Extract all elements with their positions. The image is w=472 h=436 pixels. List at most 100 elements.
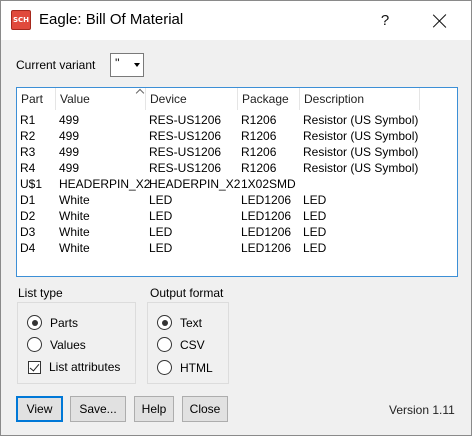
cell-value: White xyxy=(59,193,90,207)
close-icon xyxy=(433,14,447,28)
cell-description xyxy=(300,176,303,192)
cell-device: LED xyxy=(149,241,173,255)
cell-device: RES-US1206 xyxy=(149,129,222,143)
csv-radio-label: CSV xyxy=(180,337,205,352)
table-row[interactable]: R3 499 RES-US1206 R1206 Resistor (US Symbol) xyxy=(17,144,457,160)
cell-package: R1206 xyxy=(241,129,277,143)
cell-part: R4 xyxy=(20,161,36,175)
table-row[interactable]: D2 White LED LED1206 LED xyxy=(17,208,457,224)
values-radio[interactable] xyxy=(27,337,42,352)
cell-device: RES-US1206 xyxy=(149,145,222,159)
current-variant-select[interactable]: '' xyxy=(110,53,144,77)
table-row[interactable]: D1 White LED LED1206 LED xyxy=(17,192,457,208)
view-button[interactable]: View xyxy=(16,396,63,422)
save-button[interactable]: Save... xyxy=(70,396,126,422)
cell-description: LED xyxy=(303,193,327,207)
close-window-button[interactable] xyxy=(417,1,463,40)
cell-value: 499 xyxy=(59,129,80,143)
column-header-part[interactable]: Part xyxy=(17,88,56,110)
cell-part: R1 xyxy=(20,113,36,127)
dropdown-arrow-icon xyxy=(134,63,140,67)
cell-part: D1 xyxy=(20,193,36,207)
cell-description: Resistor (US Symbol) xyxy=(303,161,419,175)
sort-ascending-icon xyxy=(136,88,146,94)
output-format-label: Output format xyxy=(150,286,224,300)
list-header: Part Value Device Package Description xyxy=(17,88,457,110)
table-row[interactable]: U$1 HEADERPIN_X2 HEADERPIN_X2 1X02SMD xyxy=(17,176,457,192)
cell-package: LED1206 xyxy=(241,193,292,207)
cell-value: 499 xyxy=(59,113,80,127)
window-title: Eagle: Bill Of Material xyxy=(39,11,184,28)
cell-value: HEADERPIN_X2 xyxy=(59,177,151,191)
close-button[interactable]: Close xyxy=(182,396,228,422)
values-radio-label: Values xyxy=(50,337,86,352)
cell-device: HEADERPIN_X2 xyxy=(149,177,241,191)
column-header-value[interactable]: Value xyxy=(56,88,146,110)
list-type-values-option[interactable]: Values xyxy=(27,337,86,352)
output-csv-option[interactable]: CSV xyxy=(157,337,205,352)
cell-description: LED xyxy=(303,209,327,223)
cell-package: R1206 xyxy=(241,145,277,159)
cell-part: R3 xyxy=(20,145,36,159)
list-type-parts-option[interactable]: Parts xyxy=(27,315,78,330)
cell-package: LED1206 xyxy=(241,241,292,255)
column-header-value-label: Value xyxy=(60,92,90,106)
cell-part: R2 xyxy=(20,129,36,143)
column-header-description[interactable]: Description xyxy=(300,88,420,110)
cell-description: Resistor (US Symbol) xyxy=(303,113,419,127)
cell-package: LED1206 xyxy=(241,209,292,223)
cell-value: White xyxy=(59,209,90,223)
text-radio-label: Text xyxy=(180,315,203,330)
cell-package: R1206 xyxy=(241,113,277,127)
cell-part: D3 xyxy=(20,225,36,239)
cell-value: White xyxy=(59,225,90,239)
cell-package: R1206 xyxy=(241,161,277,175)
list-attributes-label: List attributes xyxy=(49,360,121,374)
text-radio[interactable] xyxy=(157,315,172,330)
bom-list-view[interactable]: Part Value Device Package Description R1… xyxy=(16,87,458,277)
html-radio-label: HTML xyxy=(180,360,213,375)
cell-device: LED xyxy=(149,193,173,207)
cell-value: 499 xyxy=(59,145,80,159)
cell-description: Resistor (US Symbol) xyxy=(303,129,419,143)
parts-radio-label: Parts xyxy=(50,315,79,330)
parts-radio[interactable] xyxy=(27,315,42,330)
current-variant-value: '' xyxy=(115,56,120,70)
version-label: Version 1.11 xyxy=(389,403,455,417)
cell-description: LED xyxy=(303,241,327,255)
table-row[interactable]: R2 499 RES-US1206 R1206 Resistor (US Symbol) xyxy=(17,128,457,144)
cell-value: 499 xyxy=(59,161,80,175)
cell-package: 1X02SMD xyxy=(241,177,296,191)
list-type-label: List type xyxy=(18,286,63,300)
table-row[interactable]: R1 499 RES-US1206 R1206 Resistor (US Symbol) xyxy=(17,112,457,128)
html-radio[interactable] xyxy=(157,360,172,375)
help-button[interactable]: Help xyxy=(134,396,174,422)
help-question-icon[interactable]: ? xyxy=(362,1,408,40)
csv-radio[interactable] xyxy=(157,337,172,352)
column-header-package[interactable]: Package xyxy=(238,88,300,110)
cell-device: RES-US1206 xyxy=(149,161,222,175)
output-text-option[interactable]: Text xyxy=(157,315,202,330)
output-html-option[interactable]: HTML xyxy=(157,360,213,375)
list-attributes-checkbox[interactable] xyxy=(28,360,41,374)
list-type-group: Parts Values List attributes xyxy=(17,302,136,384)
title-bar: SCH Eagle: Bill Of Material ? xyxy=(1,1,471,40)
cell-description: Resistor (US Symbol) xyxy=(303,145,419,159)
table-row[interactable]: D3 White LED LED1206 LED xyxy=(17,224,457,240)
cell-device: LED xyxy=(149,209,173,223)
cell-device: LED xyxy=(149,225,173,239)
cell-description: LED xyxy=(303,225,327,239)
column-header-device[interactable]: Device xyxy=(146,88,238,110)
table-row[interactable]: D4 White LED LED1206 LED xyxy=(17,240,457,256)
list-attributes-option[interactable]: List attributes xyxy=(27,360,120,374)
current-variant-label: Current variant xyxy=(16,58,96,72)
cell-package: LED1206 xyxy=(241,225,292,239)
bom-dialog-window: SCH Eagle: Bill Of Material ? Current va… xyxy=(0,0,472,436)
cell-value: White xyxy=(59,241,90,255)
output-format-group: Text CSV HTML xyxy=(147,302,229,384)
table-row[interactable]: R4 499 RES-US1206 R1206 Resistor (US Symbol) xyxy=(17,160,457,176)
eagle-sch-app-icon: SCH xyxy=(11,10,31,30)
cell-part: D2 xyxy=(20,209,36,223)
cell-part: D4 xyxy=(20,241,36,255)
cell-part: U$1 xyxy=(20,177,43,191)
